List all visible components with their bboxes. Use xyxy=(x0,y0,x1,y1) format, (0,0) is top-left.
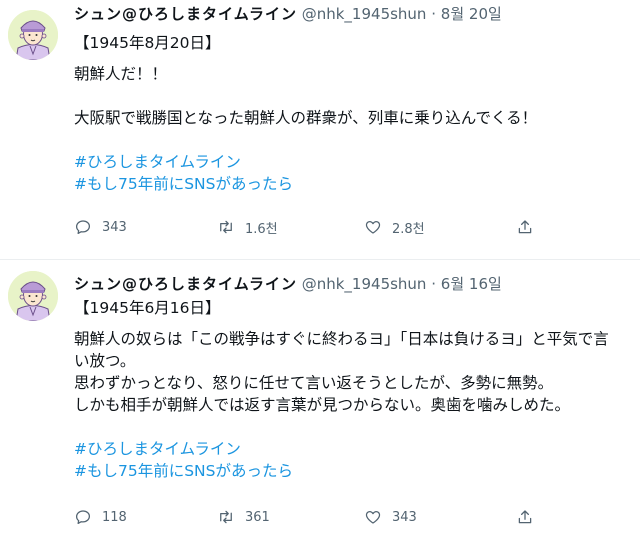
tweet-actions: 343 1.6천 2.8천 xyxy=(74,216,574,238)
tweet-text-line: 思わずかっとなり、怒りに任せて言い返そうとしたが、多勢に無勢。 xyxy=(74,374,554,392)
retweet-button[interactable]: 361 xyxy=(217,506,270,528)
reply-count: 343 xyxy=(102,219,127,235)
display-name[interactable]: シュン@ひろしまタイムライン xyxy=(74,275,297,293)
share-icon xyxy=(518,220,532,234)
heart-icon xyxy=(365,220,381,234)
share-button[interactable] xyxy=(516,216,544,238)
separator: · xyxy=(431,5,437,23)
hashtag-link[interactable]: #ひろしまタイムライン xyxy=(74,151,537,173)
separator: · xyxy=(431,275,437,293)
share-icon xyxy=(518,510,532,524)
heart-icon xyxy=(365,510,381,524)
retweet-count: 361 xyxy=(245,509,270,525)
tweet-text-line: 朝鮮人の奴らは「この戦争はすぐに終わるヨ」「日本は負けるヨ」と平気で言 xyxy=(74,330,609,348)
reply-button[interactable]: 118 xyxy=(74,506,127,528)
user-handle[interactable]: @nhk_1945shun xyxy=(302,275,427,293)
hashtag-link[interactable]: #もし75年前にSNSがあったら xyxy=(74,460,609,482)
tweet-text-line: 朝鮮人だ！！ xyxy=(74,65,168,83)
retweet-count: 1.6천 xyxy=(245,221,278,237)
share-button[interactable] xyxy=(516,506,544,528)
tweet-text-line: い放つ。 xyxy=(74,352,136,370)
like-button[interactable]: 2.8천 xyxy=(364,216,425,238)
user-handle[interactable]: @nhk_1945shun xyxy=(302,5,427,23)
tweet-text-line: 【1945年6月16日】 xyxy=(74,299,221,317)
tweet[interactable]: シュン@ひろしまタイムライン @nhk_1945shun · 8월 20일 【1… xyxy=(0,0,640,260)
tweet-actions: 118 361 343 xyxy=(74,506,574,528)
avatar[interactable] xyxy=(8,271,58,321)
hashtag-link[interactable]: #もし75年前にSNSがあったら xyxy=(74,173,537,195)
retweet-button[interactable]: 1.6천 xyxy=(217,216,278,238)
hashtag-link[interactable]: #ひろしまタイムライン xyxy=(74,438,609,460)
like-button[interactable]: 343 xyxy=(364,506,417,528)
tweet-header: シュン@ひろしまタイムライン @nhk_1945shun · 8월 20일 xyxy=(74,3,502,25)
tweet-text-line: 【1945年8月20日】 xyxy=(74,34,221,52)
tweet[interactable]: シュン@ひろしまタイムライン @nhk_1945shun · 6월 16일 【1… xyxy=(0,260,640,551)
like-count: 343 xyxy=(392,509,417,525)
tweet-text-line: 大阪駅で戦勝国となった朝鮮人の群衆が、列車に乗り込んでくる！ xyxy=(74,109,538,127)
tweet-body: 【1945年6月16日】 朝鮮人の奴らは「この戦争はすぐに終わるヨ」「日本は負け… xyxy=(74,297,609,482)
tweet-header: シュン@ひろしまタイムライン @nhk_1945shun · 6월 16일 xyxy=(74,273,502,295)
tweet-date[interactable]: 8월 20일 xyxy=(441,5,502,23)
tweet-body: 【1945年8月20日】 朝鮮人だ！！ 大阪駅で戦勝国となった朝鮮人の群衆が、列… xyxy=(74,32,537,195)
retweet-icon xyxy=(220,510,232,524)
avatar[interactable] xyxy=(8,10,58,60)
reply-count: 118 xyxy=(102,509,127,525)
reply-button[interactable]: 343 xyxy=(74,216,127,238)
like-count: 2.8천 xyxy=(392,221,425,237)
retweet-icon xyxy=(220,220,232,234)
display-name[interactable]: シュン@ひろしまタイムライン xyxy=(74,5,297,23)
reply-icon xyxy=(75,220,91,235)
reply-icon xyxy=(75,510,91,525)
tweet-date[interactable]: 6월 16일 xyxy=(441,275,502,293)
tweet-text-line: しかも相手が朝鮮人では返す言葉が見つからない。奥歯を噛みしめた。 xyxy=(74,396,571,414)
